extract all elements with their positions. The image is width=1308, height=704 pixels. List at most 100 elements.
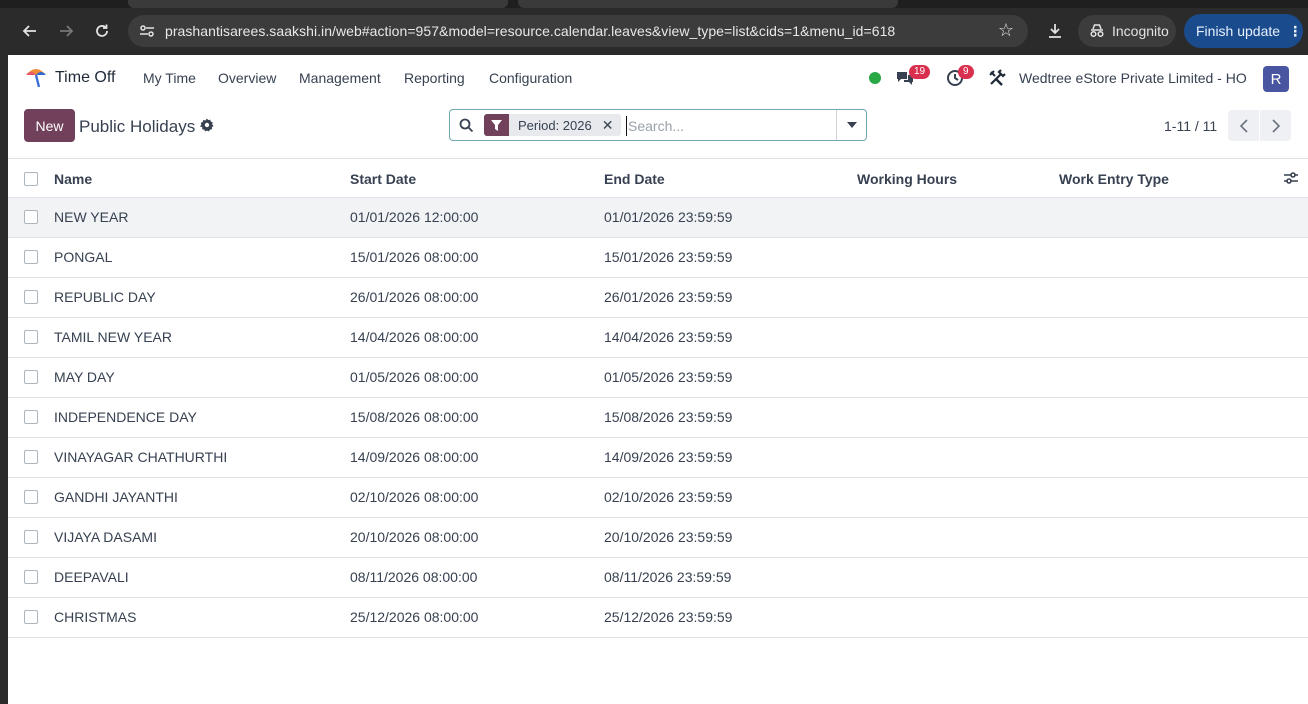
row-checkbox[interactable] (24, 610, 38, 624)
cell-name[interactable]: DEEPAVALI (54, 569, 129, 585)
row-checkbox[interactable] (24, 490, 38, 504)
table-row[interactable]: MAY DAY 01/05/2026 08:00:00 01/05/2026 23:… (8, 358, 1308, 398)
finish-update-button[interactable]: Finish update ⋮ (1184, 14, 1303, 48)
chevron-right-icon[interactable] (1260, 110, 1291, 141)
search-icon[interactable] (459, 118, 474, 136)
cell-start-date[interactable]: 01/05/2026 08:00:00 (350, 369, 478, 385)
cell-end-date[interactable]: 25/12/2026 23:59:59 (604, 609, 732, 625)
search-input[interactable] (626, 116, 836, 136)
download-icon[interactable] (1041, 17, 1069, 45)
table-row[interactable]: INDEPENDENCE DAY 15/08/2026 08:00:00 15/08… (8, 398, 1308, 438)
cell-end-date[interactable]: 01/05/2026 23:59:59 (604, 369, 732, 385)
menu-reporting[interactable]: Reporting (404, 70, 465, 86)
cell-end-date[interactable]: 26/01/2026 23:59:59 (604, 289, 732, 305)
close-icon[interactable]: ✕ (598, 117, 622, 134)
new-button[interactable]: New (24, 109, 75, 142)
caret-down-icon[interactable] (836, 110, 866, 140)
cell-name[interactable]: GANDHI JAYANTHI (54, 489, 178, 505)
row-checkbox[interactable] (24, 570, 38, 584)
column-header-name[interactable]: Name (54, 171, 92, 187)
cell-start-date[interactable]: 20/10/2026 08:00:00 (350, 529, 478, 545)
cell-start-date[interactable]: 26/01/2026 08:00:00 (350, 289, 478, 305)
reload-icon[interactable] (88, 17, 116, 45)
cell-end-date[interactable]: 20/10/2026 23:59:59 (604, 529, 732, 545)
search-bar[interactable]: Period: 2026 ✕ (449, 109, 867, 141)
kebab-icon[interactable]: ⋮ (1288, 23, 1302, 40)
cell-end-date[interactable]: 01/01/2026 23:59:59 (604, 209, 732, 225)
table-row[interactable]: GANDHI JAYANTHI 02/10/2026 08:00:00 02/10/… (8, 478, 1308, 518)
cell-start-date[interactable]: 01/01/2026 12:00:00 (350, 209, 478, 225)
cell-name[interactable]: NEW YEAR (54, 209, 128, 225)
back-icon[interactable] (16, 17, 44, 45)
menu-overview[interactable]: Overview (218, 70, 276, 86)
column-header-working-hours[interactable]: Working Hours (857, 171, 957, 187)
cell-end-date[interactable]: 15/01/2026 23:59:59 (604, 249, 732, 265)
row-checkbox[interactable] (24, 210, 38, 224)
messages-badge: 19 (909, 65, 931, 79)
row-checkbox[interactable] (24, 370, 38, 384)
table-row[interactable]: NEW YEAR 01/01/2026 12:00:00 01/01/2026 23… (8, 198, 1308, 238)
row-checkbox[interactable] (24, 250, 38, 264)
finish-update-label: Finish update (1196, 23, 1281, 39)
gear-icon[interactable] (199, 117, 215, 133)
table-row[interactable]: CHRISTMAS 25/12/2026 08:00:00 25/12/2026 2… (8, 598, 1308, 638)
table-row[interactable]: REPUBLIC DAY 26/01/2026 08:00:00 26/01/202… (8, 278, 1308, 318)
star-icon[interactable]: ☆ (998, 20, 1014, 41)
cell-start-date[interactable]: 02/10/2026 08:00:00 (350, 489, 478, 505)
cell-name[interactable]: CHRISTMAS (54, 609, 136, 625)
select-all-checkbox[interactable] (24, 172, 38, 186)
row-checkbox[interactable] (24, 290, 38, 304)
row-checkbox[interactable] (24, 530, 38, 544)
app-logo[interactable] (24, 65, 48, 89)
incognito-icon (1090, 24, 1104, 38)
browser-tab[interactable] (518, 0, 898, 8)
menu-my-time[interactable]: My Time (143, 70, 196, 86)
cell-name[interactable]: REPUBLIC DAY (54, 289, 156, 305)
incognito-label: Incognito (1112, 23, 1169, 39)
search-facet[interactable]: Period: 2026 ✕ (484, 114, 622, 136)
cell-start-date[interactable]: 14/04/2026 08:00:00 (350, 329, 478, 345)
cell-end-date[interactable]: 14/09/2026 23:59:59 (604, 449, 732, 465)
app-name[interactable]: Time Off (55, 69, 115, 87)
company-switcher[interactable]: Wedtree eStore Private Limited - HO (1019, 70, 1247, 86)
cell-end-date[interactable]: 02/10/2026 23:59:59 (604, 489, 732, 505)
forward-icon[interactable] (52, 17, 80, 45)
menu-configuration[interactable]: Configuration (489, 70, 572, 86)
cell-name[interactable]: INDEPENDENCE DAY (54, 409, 197, 425)
cell-name[interactable]: PONGAL (54, 249, 112, 265)
site-info-icon[interactable] (138, 22, 156, 40)
table-row[interactable]: VIJAYA DASAMI 20/10/2026 08:00:00 20/10/20… (8, 518, 1308, 558)
column-header-work-entry-type[interactable]: Work Entry Type (1059, 171, 1169, 187)
cell-end-date[interactable]: 15/08/2026 23:59:59 (604, 409, 732, 425)
cell-name[interactable]: MAY DAY (54, 369, 115, 385)
tools-icon[interactable] (988, 69, 1006, 90)
cell-start-date[interactable]: 15/08/2026 08:00:00 (350, 409, 478, 425)
avatar[interactable]: R (1263, 66, 1289, 92)
browser-tab[interactable] (128, 0, 508, 8)
cell-end-date[interactable]: 08/11/2026 23:59:59 (604, 569, 731, 585)
menu-management[interactable]: Management (299, 70, 381, 86)
incognito-indicator[interactable]: Incognito (1078, 15, 1176, 47)
column-options-icon[interactable] (1284, 171, 1298, 188)
cell-start-date[interactable]: 25/12/2026 08:00:00 (350, 609, 478, 625)
cell-name[interactable]: VIJAYA DASAMI (54, 529, 157, 545)
cell-end-date[interactable]: 14/04/2026 23:59:59 (604, 329, 732, 345)
cell-start-date[interactable]: 14/09/2026 08:00:00 (350, 449, 478, 465)
address-bar[interactable]: prashantisarees.saakshi.in/web#action=95… (128, 15, 1028, 47)
row-checkbox[interactable] (24, 330, 38, 344)
cell-name[interactable]: TAMIL NEW YEAR (54, 329, 172, 345)
table-row[interactable]: PONGAL 15/01/2026 08:00:00 15/01/2026 23:5… (8, 238, 1308, 278)
cell-name[interactable]: VINAYAGAR CHATHURTHI (54, 449, 227, 465)
pager-value[interactable]: 1-11 / 11 (1164, 118, 1217, 134)
url-text[interactable]: prashantisarees.saakshi.in/web#action=95… (165, 23, 895, 39)
table-row[interactable]: TAMIL NEW YEAR 14/04/2026 08:00:00 14/04/2… (8, 318, 1308, 358)
cell-start-date[interactable]: 08/11/2026 08:00:00 (350, 569, 477, 585)
column-header-end-date[interactable]: End Date (604, 171, 665, 187)
row-checkbox[interactable] (24, 410, 38, 424)
chevron-left-icon[interactable] (1228, 110, 1259, 141)
cell-start-date[interactable]: 15/01/2026 08:00:00 (350, 249, 478, 265)
table-row[interactable]: VINAYAGAR CHATHURTHI 14/09/2026 08:00:00 1… (8, 438, 1308, 478)
column-header-start-date[interactable]: Start Date (350, 171, 416, 187)
row-checkbox[interactable] (24, 450, 38, 464)
table-row[interactable]: DEEPAVALI 08/11/2026 08:00:00 08/11/2026 2… (8, 558, 1308, 598)
